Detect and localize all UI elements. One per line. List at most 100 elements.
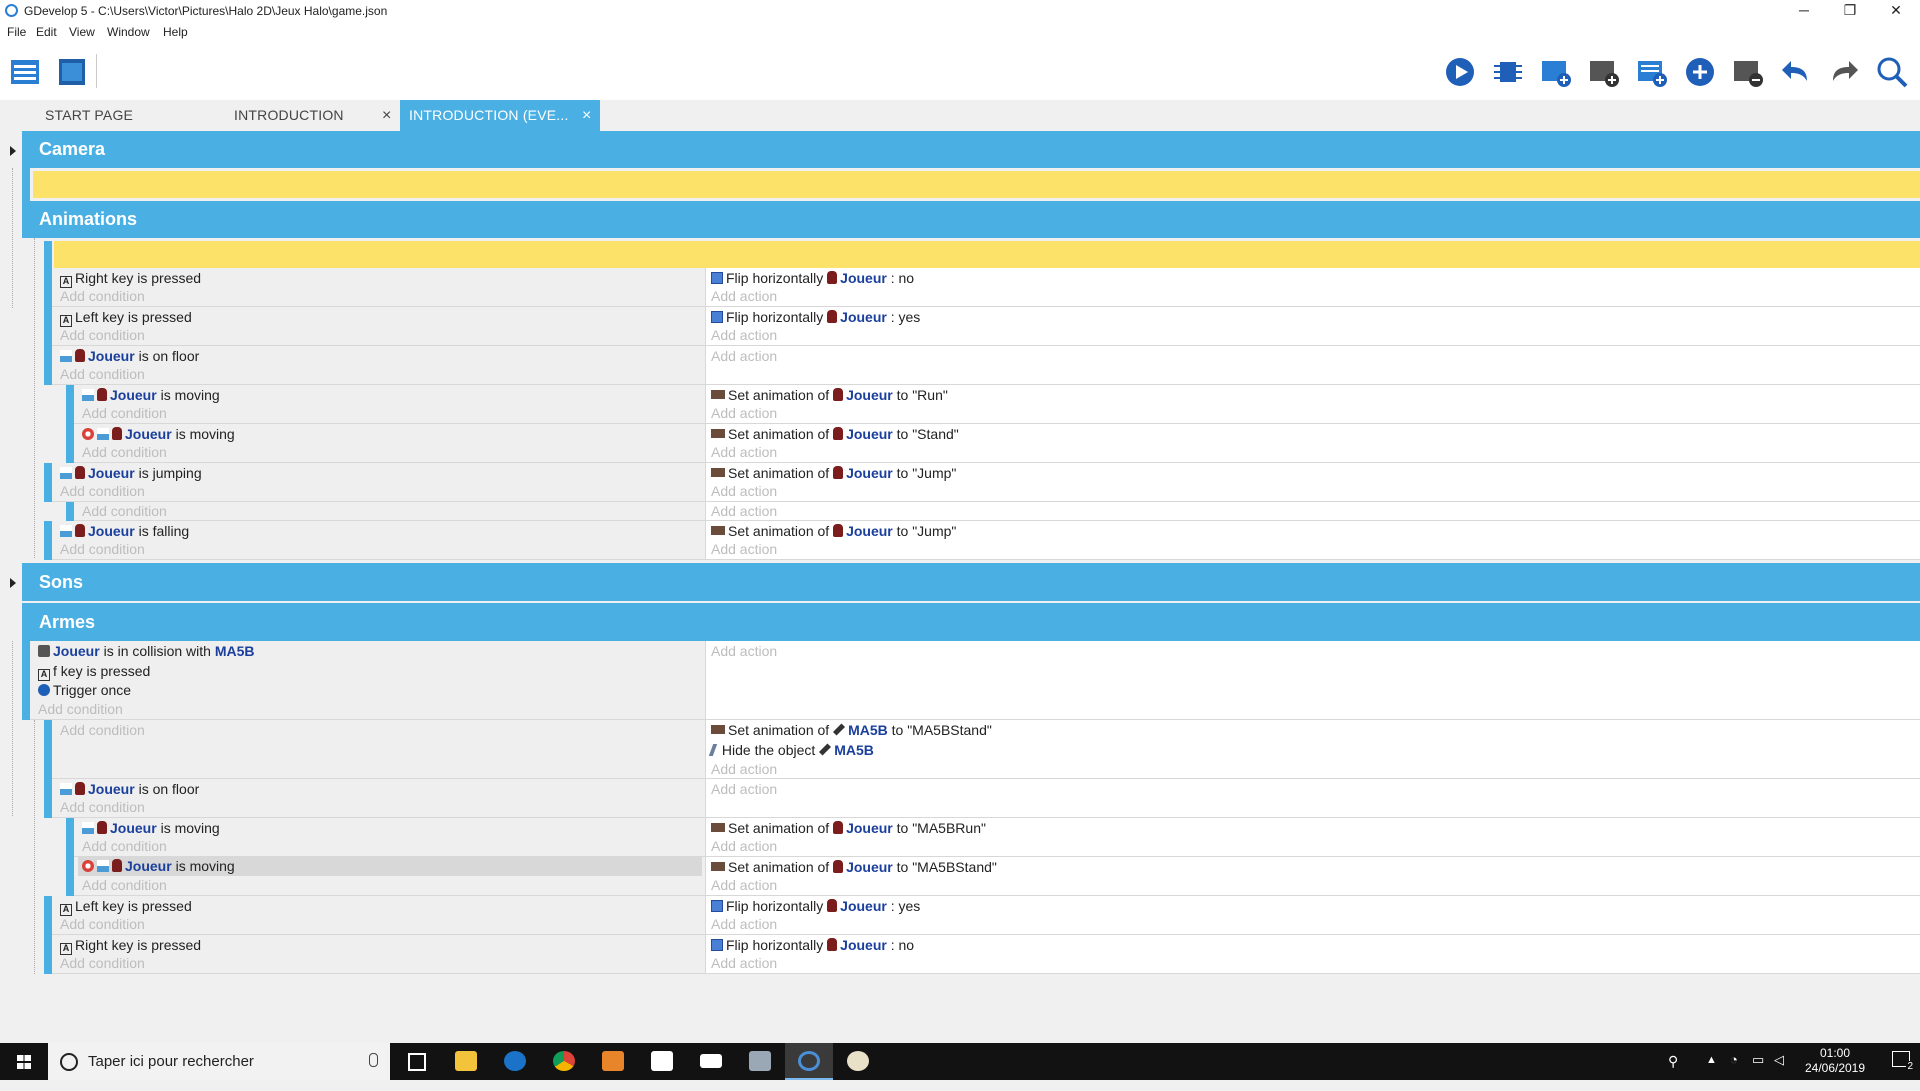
condition[interactable]: Trigger once xyxy=(38,681,131,700)
close-window-button[interactable]: ✕ xyxy=(1873,0,1919,22)
conditions-cell[interactable]: Joueur is moving Add condition xyxy=(74,385,705,424)
group-camera[interactable]: Camera xyxy=(22,131,1920,168)
delete-icon[interactable] xyxy=(1731,55,1765,89)
edge-icon[interactable] xyxy=(491,1043,539,1080)
wifi-icon[interactable]: ◔ xyxy=(1730,1052,1738,1089)
event-row[interactable]: Joueur is moving Add condition Set anima… xyxy=(0,385,1920,424)
event-row[interactable]: A Right key is pressed Add condition Flip… xyxy=(0,268,1920,307)
action[interactable]: Set animation of Joueur to "MA5BRun" xyxy=(711,819,986,838)
menu-edit[interactable]: Edit xyxy=(36,25,57,39)
conditions-cell[interactable]: Joueur is falling Add condition xyxy=(52,521,705,560)
add-condition-link[interactable]: Add condition xyxy=(82,876,167,895)
condition[interactable]: Joueur is on floor xyxy=(60,780,199,799)
debugger-icon[interactable] xyxy=(1491,55,1525,89)
expand-arrow-icon[interactable] xyxy=(10,146,16,156)
event-row[interactable]: Joueur is moving Add condition Set anima… xyxy=(0,818,1920,857)
condition[interactable]: Joueur is moving xyxy=(82,386,220,405)
add-action-link[interactable]: Add action xyxy=(711,502,777,521)
conditions-cell[interactable]: Joueur is jumping Add condition xyxy=(52,463,705,502)
condition[interactable]: Joueur is moving xyxy=(82,819,220,838)
add-action-link[interactable]: Add action xyxy=(711,540,777,559)
action[interactable]: Set animation of Joueur to "Run" xyxy=(711,386,948,405)
condition[interactable]: A Right key is pressed xyxy=(60,936,201,955)
action[interactable]: Set animation of MA5B to "MA5BStand" xyxy=(711,721,992,740)
comment-row[interactable] xyxy=(54,241,1920,268)
actions-cell[interactable]: Add action xyxy=(705,346,1920,385)
event-row[interactable]: Joueur is in collision with MA5B Af key … xyxy=(0,641,1920,720)
add-condition-link[interactable]: Add condition xyxy=(82,443,167,462)
add-action-link[interactable]: Add action xyxy=(711,915,777,934)
menu-window[interactable]: Window xyxy=(107,25,150,39)
store-icon[interactable] xyxy=(638,1043,686,1080)
event-row[interactable]: A Left key is pressed Add condition Flip … xyxy=(0,896,1920,935)
expand-arrow-icon[interactable] xyxy=(10,578,16,588)
actions-cell[interactable]: Add action xyxy=(705,641,1920,720)
start-button[interactable] xyxy=(0,1043,48,1080)
menu-help[interactable]: Help xyxy=(163,25,188,39)
action[interactable]: Set animation of Joueur to "Jump" xyxy=(711,464,956,483)
conditions-cell[interactable]: Joueur is moving Add condition xyxy=(74,424,705,463)
photos-icon[interactable] xyxy=(736,1043,784,1080)
conditions-cell[interactable]: Add condition xyxy=(74,502,705,521)
actions-cell[interactable]: Add action xyxy=(705,502,1920,521)
actions-cell[interactable]: Set animation of MA5B to "MA5BStand" Hid… xyxy=(705,720,1920,779)
add-condition-link[interactable]: Add condition xyxy=(82,502,167,521)
add-condition-link[interactable]: Add condition xyxy=(60,482,145,501)
add-action-link[interactable]: Add action xyxy=(711,326,777,345)
mail-icon[interactable] xyxy=(687,1043,735,1080)
undo-icon[interactable] xyxy=(1779,55,1813,89)
action[interactable]: Flip horizontally Joueur : yes xyxy=(711,897,920,916)
action[interactable]: Hide the object MA5B xyxy=(708,741,874,760)
battery-icon[interactable]: ▭ xyxy=(1752,1052,1764,1089)
add-condition-link[interactable]: Add condition xyxy=(38,700,123,719)
action[interactable]: Flip horizontally Joueur : no xyxy=(711,269,914,288)
add-action-link[interactable]: Add action xyxy=(711,347,777,366)
add-condition-link[interactable]: Add condition xyxy=(60,798,145,817)
conditions-cell[interactable]: A Left key is pressed Add condition xyxy=(52,307,705,346)
action[interactable]: Flip horizontally Joueur : no xyxy=(711,936,914,955)
menu-file[interactable]: File xyxy=(7,25,26,39)
add-action-link[interactable]: Add action xyxy=(711,287,777,306)
chrome-icon[interactable] xyxy=(540,1043,588,1080)
action[interactable]: Set animation of Joueur to "Jump" xyxy=(711,522,956,541)
tab-introduction-events[interactable]: INTRODUCTION (EVE... × xyxy=(400,100,600,131)
event-row[interactable]: Add condition Set animation of MA5B to "… xyxy=(0,720,1920,779)
event-row-selected[interactable]: Joueur is moving Add condition Set anima… xyxy=(0,857,1920,896)
event-row[interactable]: Joueur is falling Add condition Set anim… xyxy=(0,521,1920,560)
actions-cell[interactable]: Set animation of Joueur to "Stand" Add a… xyxy=(705,424,1920,463)
search-box[interactable]: Taper ici pour rechercher xyxy=(48,1043,390,1080)
actions-cell[interactable]: Flip horizontally Joueur : no Add action xyxy=(705,268,1920,307)
add-event-icon[interactable] xyxy=(1539,55,1573,89)
add-condition-link[interactable]: Add condition xyxy=(60,326,145,345)
conditions-cell[interactable]: Joueur is in collision with MA5B Af key … xyxy=(30,641,705,720)
conditions-cell[interactable]: Joueur is on floor Add condition xyxy=(52,779,705,818)
minimize-button[interactable]: ─ xyxy=(1781,0,1827,22)
event-row[interactable]: Joueur is on floor Add condition Add act… xyxy=(0,779,1920,818)
gdevelop-icon[interactable] xyxy=(785,1043,833,1080)
media-player-icon[interactable] xyxy=(589,1043,637,1080)
conditions-cell[interactable]: A Right key is pressed Add condition xyxy=(52,268,705,307)
add-condition-link[interactable]: Add condition xyxy=(60,721,145,740)
condition[interactable]: A Left key is pressed xyxy=(60,308,192,327)
action[interactable]: Set animation of Joueur to "Stand" xyxy=(711,425,959,444)
actions-cell[interactable]: Flip horizontally Joueur : no Add action xyxy=(705,935,1920,974)
actions-cell[interactable]: Set animation of Joueur to "MA5BRun" Add… xyxy=(705,818,1920,857)
event-row[interactable]: Add condition Add action xyxy=(0,502,1920,521)
event-row[interactable]: Joueur is jumping Add condition Set anim… xyxy=(0,463,1920,502)
notification-center-icon[interactable]: 2 xyxy=(1892,1051,1914,1072)
group-armes[interactable]: Armes xyxy=(22,603,1920,641)
add-action-link[interactable]: Add action xyxy=(711,482,777,501)
actions-cell[interactable]: Set animation of Joueur to "MA5BStand" A… xyxy=(705,857,1920,896)
condition[interactable]: A Left key is pressed xyxy=(60,897,192,916)
conditions-cell[interactable]: Joueur is on floor Add condition xyxy=(52,346,705,385)
chevron-up-icon[interactable]: ▲ xyxy=(1706,1054,1717,1091)
tab-start-page[interactable]: START PAGE xyxy=(45,100,215,131)
actions-cell[interactable]: Set animation of Joueur to "Jump" Add ac… xyxy=(705,521,1920,560)
task-view-icon[interactable] xyxy=(392,1043,440,1080)
group-animations[interactable]: Animations xyxy=(22,201,1920,238)
add-subevent-icon[interactable] xyxy=(1587,55,1621,89)
search-icon[interactable] xyxy=(1875,55,1909,89)
add-condition-link[interactable]: Add condition xyxy=(60,287,145,306)
event-row[interactable]: A Left key is pressed Add condition Flip … xyxy=(0,307,1920,346)
events-sheet[interactable]: Camera Animations A Right key is pressed … xyxy=(0,131,1920,1043)
